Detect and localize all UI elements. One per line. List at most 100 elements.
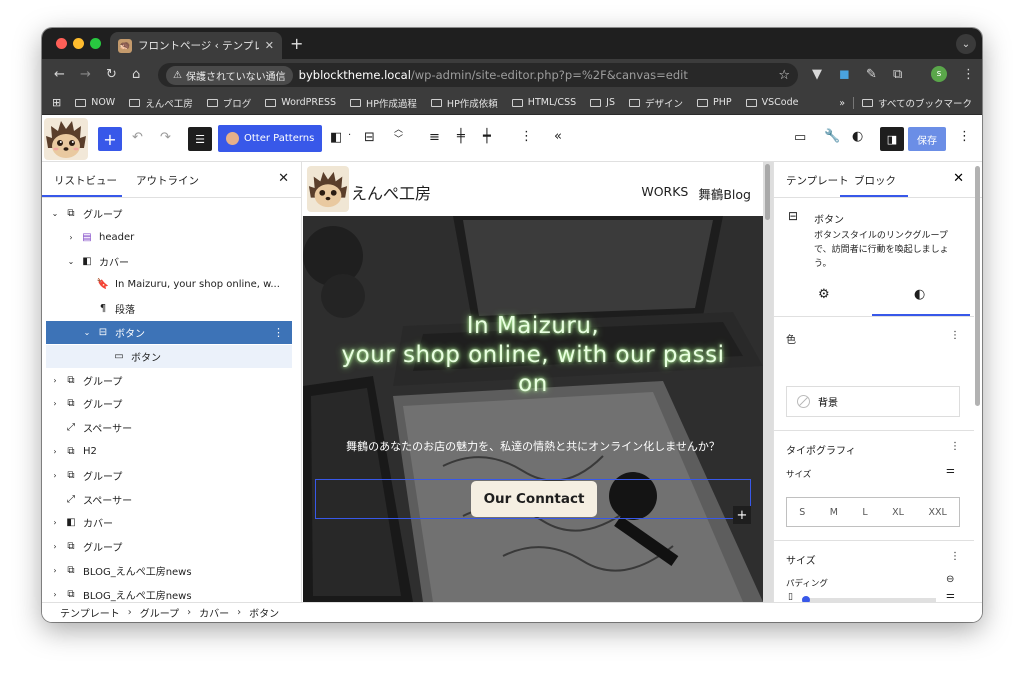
extension-square-icon[interactable]: ◼ (839, 67, 850, 83)
breadcrumb-cover[interactable]: カバー (199, 605, 229, 620)
reload-icon[interactable]: ↻ (106, 67, 117, 83)
bookmark-folder[interactable]: えんぺ工房 (129, 96, 193, 110)
site-header-logo[interactable] (307, 166, 349, 212)
profile-avatar[interactable]: s (931, 66, 947, 82)
security-warning[interactable]: ⚠ 保護されていない通信 (166, 65, 293, 85)
list-item[interactable]: ⌄ ◧ カバー (46, 250, 292, 273)
buttons-block-selected[interactable]: Our Conntact (315, 479, 751, 519)
bookmark-folder[interactable]: HP作成過程 (350, 96, 417, 110)
options-menu-icon[interactable]: ⋮ (958, 129, 971, 144)
close-window-button[interactable] (56, 38, 67, 49)
chevron-down-icon[interactable]: ⌄ (66, 257, 76, 266)
chevron-right-icon[interactable]: › (50, 376, 60, 385)
apps-grid-icon[interactable]: ⊞ (52, 96, 61, 109)
tab-outline[interactable]: アウトライン (136, 173, 199, 188)
otter-patterns-button[interactable]: Otter Patterns (218, 125, 323, 152)
save-button[interactable]: 保存 (908, 127, 946, 151)
chevron-right-icon[interactable]: › (50, 471, 60, 480)
bookmark-folder[interactable]: VSCode (745, 96, 798, 110)
list-item[interactable]: 🔖 In Maizuru, your shop online, w... (46, 273, 292, 296)
list-item[interactable]: › ⧉ グループ (46, 464, 292, 487)
font-size-xxl[interactable]: XXL (928, 507, 946, 518)
site-title[interactable]: えんぺ工房 (351, 180, 431, 204)
bookmark-folder[interactable]: JS (590, 96, 615, 110)
font-size-xl[interactable]: XL (892, 507, 904, 518)
list-item[interactable]: › ▤ header (46, 226, 292, 249)
settings-sidebar-button[interactable]: ◨ (880, 127, 904, 151)
custom-size-icon[interactable]: ⚌ (946, 465, 955, 476)
list-item[interactable]: ⌄ ⧉ グループ (46, 202, 292, 225)
align-center-icon[interactable]: ╪ (457, 129, 465, 144)
link-sides-icon[interactable]: ⊖ (946, 574, 954, 585)
list-item[interactable]: ⤢ スペーサー (46, 416, 292, 439)
typography-options-icon[interactable]: ⋮ (950, 441, 960, 452)
chevron-right-icon[interactable]: › (50, 399, 60, 408)
site-header[interactable]: えんぺ工房 WORKS 舞鶴Blog (303, 162, 763, 216)
nav-item-blog[interactable]: 舞鶴Blog (698, 184, 751, 203)
desktop-preview-icon[interactable]: ▭ (794, 130, 806, 145)
background-color-control[interactable]: 背景 (786, 386, 960, 417)
bookmark-folder[interactable]: WordPRESS (265, 96, 336, 110)
close-list-view-icon[interactable]: ✕ (278, 171, 289, 186)
maximize-window-button[interactable] (90, 38, 101, 49)
cover-paragraph[interactable]: 舞鶴のあなたのお店の魅力を、私達の情熱と共にオンライン化しませんか？ (303, 438, 763, 454)
site-logo-button[interactable] (44, 118, 88, 160)
contact-button[interactable]: Our Conntact (471, 481, 597, 517)
list-item[interactable]: ⤢ スペーサー (46, 488, 292, 511)
block-type-icon[interactable]: ◧ (330, 130, 342, 145)
all-bookmarks[interactable]: すべてのブックマーク (862, 96, 972, 110)
settings-gear-icon[interactable]: ⚙ (818, 287, 830, 302)
tab-template[interactable]: テンプレート (786, 173, 849, 188)
list-item[interactable]: › ⧉ グループ (46, 392, 292, 415)
home-icon[interactable]: ⌂ (132, 67, 140, 83)
styles-half-circle-icon[interactable]: ◐ (914, 287, 925, 302)
list-item[interactable]: ⌄ ⊟ ボタン ⋮ (46, 321, 292, 344)
extensions-puzzle-icon[interactable]: ⧉ (893, 67, 902, 83)
bookmark-star-icon[interactable]: ☆ (778, 68, 790, 83)
chevron-double-right-icon[interactable]: » (839, 98, 845, 109)
close-tab-icon[interactable]: ✕ (265, 39, 274, 52)
justify-icon[interactable]: ≡ (429, 130, 440, 145)
list-item[interactable]: ¶ 段落 (46, 297, 292, 320)
extension-v-icon[interactable]: ▼ (812, 67, 822, 83)
tab-block[interactable]: ブロック (854, 173, 896, 188)
color-options-icon[interactable]: ⋮ (950, 330, 960, 341)
breadcrumb-buttons[interactable]: ボタン (249, 605, 279, 620)
breadcrumb-template[interactable]: テンプレート (60, 605, 120, 620)
block-options-icon[interactable]: ⋮ (520, 129, 533, 144)
bookmark-folder[interactable]: デザイン (628, 96, 683, 110)
nav-item-works[interactable]: WORKS (641, 184, 688, 203)
tab-list-view[interactable]: リストビュー (54, 173, 117, 188)
tab-search-icon[interactable]: ⌄ (956, 34, 976, 54)
cover-block[interactable]: In Maizuru, your shop online, with our p… (303, 216, 763, 602)
chevron-right-icon[interactable]: › (50, 590, 60, 599)
inspector-scrollbar[interactable] (975, 166, 980, 406)
cover-heading[interactable]: In Maizuru, your shop online, with our p… (303, 312, 763, 399)
close-inspector-icon[interactable]: ✕ (953, 171, 964, 186)
bookmark-folder[interactable]: ブログ (206, 96, 251, 110)
chevron-right-icon[interactable]: › (50, 518, 60, 527)
minimize-window-button[interactable] (73, 38, 84, 49)
list-item[interactable]: ▭ ボタン (46, 344, 292, 368)
document-overview-button[interactable]: ☰ (188, 127, 212, 151)
redo-icon[interactable]: ↷ (160, 130, 171, 145)
bookmark-folder[interactable]: NOW (75, 96, 115, 110)
move-updown-icon[interactable]: ︿ ﹀ (394, 125, 403, 145)
dimensions-options-icon[interactable]: ⋮ (950, 551, 960, 562)
browser-tab[interactable]: 🦔 フロントページ ‹ テンプレート ‹ ✕ (110, 32, 282, 59)
chevron-right-icon[interactable]: › (66, 233, 76, 242)
chevron-down-icon[interactable]: ⌄ (82, 328, 92, 337)
list-item[interactable]: › ⧉ グループ (46, 535, 292, 558)
list-item[interactable]: › ⧉ グループ (46, 369, 292, 392)
font-size-m[interactable]: M (830, 507, 838, 518)
buttons-block-icon[interactable]: ⊟ (364, 130, 375, 145)
collapse-toolbar-icon[interactable]: « (554, 129, 562, 144)
list-item[interactable]: › ⧉ H2 (46, 440, 292, 463)
bookmark-folder[interactable]: HTML/CSS (511, 96, 576, 110)
list-item[interactable]: › ◧ カバー (46, 511, 292, 534)
chevron-right-icon[interactable]: › (50, 566, 60, 575)
bookmark-folder[interactable]: PHP (697, 96, 732, 110)
padding-custom-icon[interactable]: ⚌ (946, 590, 955, 601)
new-tab-icon[interactable]: + (290, 34, 303, 53)
breadcrumb-group[interactable]: グループ (140, 605, 179, 620)
